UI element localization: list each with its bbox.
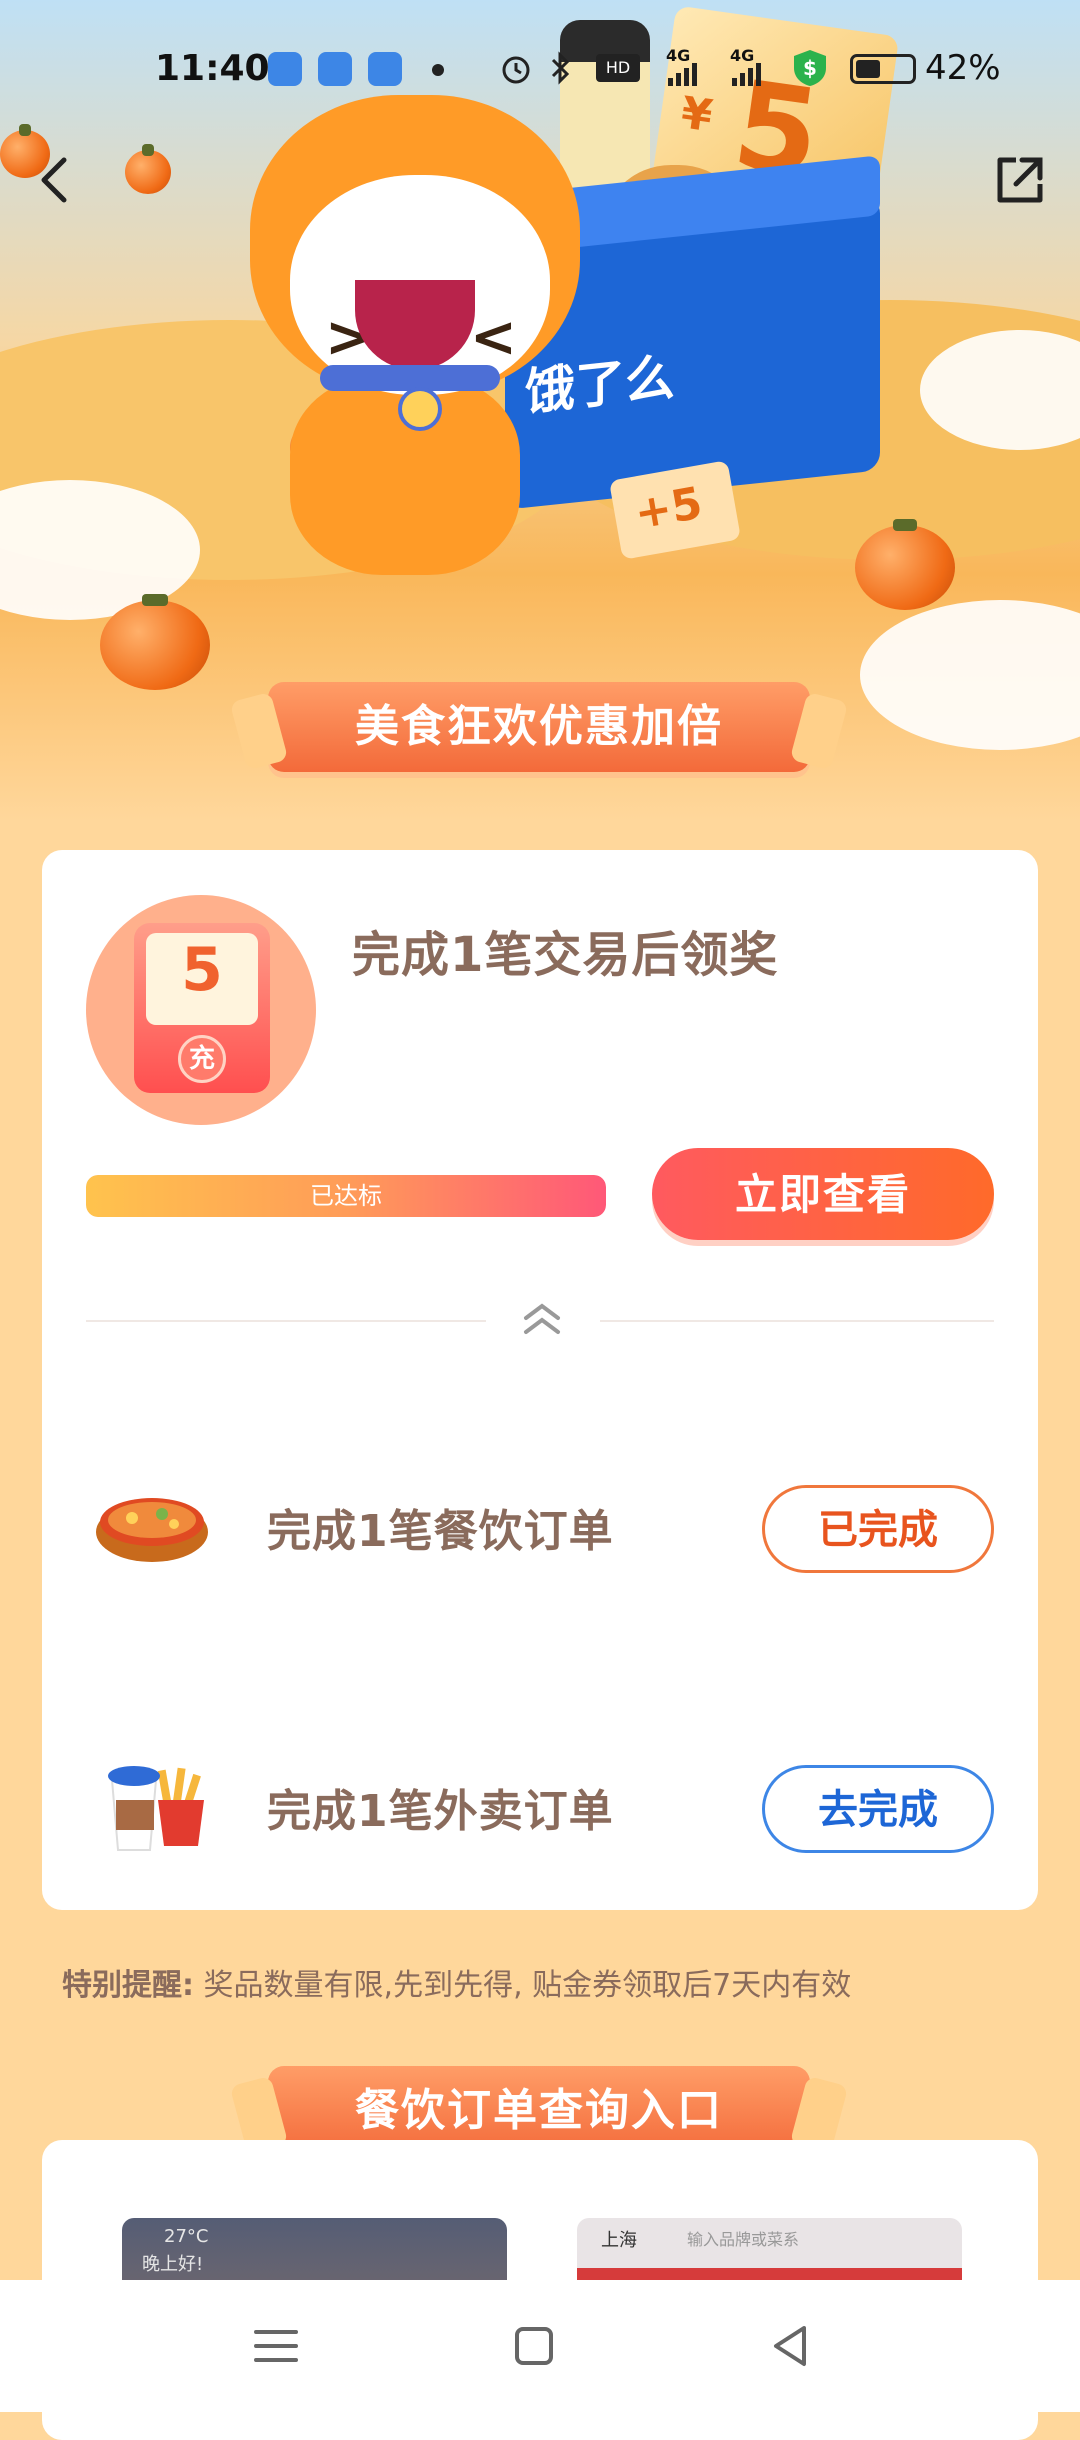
status-bar: 11:40 HD 4G 4G $ 42% xyxy=(0,0,1080,140)
progress-label: 已达标 xyxy=(310,1182,382,1210)
bluetooth-icon xyxy=(551,51,570,85)
svg-text:$: $ xyxy=(803,56,817,80)
deer-mascot: > < xyxy=(250,95,580,575)
reward-card: 5 充 完成1笔交易后领奖 已达标 立即查看 完成1笔餐饮订单 已完成 完成1笔… xyxy=(42,850,1038,1910)
red-packet-seal: 充 xyxy=(178,1035,226,1083)
mascot-collar xyxy=(320,365,500,391)
divider xyxy=(600,1320,994,1322)
dot-icon xyxy=(432,64,444,76)
back-triangle-icon[interactable] xyxy=(762,2320,822,2372)
hotpot-icon xyxy=(96,1498,208,1562)
weather-icon xyxy=(268,52,302,86)
system-nav-bar xyxy=(0,2280,1080,2412)
shield-icon: $ xyxy=(794,50,826,86)
persimmon-decoration xyxy=(100,594,210,690)
signal-icon xyxy=(668,63,697,86)
reward-title: 完成1笔交易后领奖 xyxy=(352,927,779,983)
hd-icon: HD xyxy=(596,54,640,82)
red-packet: 5 充 xyxy=(134,923,270,1093)
back-icon[interactable] xyxy=(26,150,86,210)
preview-greeting: 晚上好! xyxy=(142,2254,204,2275)
reminder-prefix: 特别提醒: xyxy=(62,1968,194,2003)
persimmon-decoration xyxy=(125,144,171,194)
task-row-dining: 完成1笔餐饮订单 已完成 xyxy=(42,1450,1038,1610)
task-label: 完成1笔外卖订单 xyxy=(267,1786,614,1837)
coffee-fries-icon xyxy=(108,1766,204,1851)
progress-bar: 已达标 xyxy=(86,1175,606,1217)
collapse-up-icon[interactable] xyxy=(512,1298,572,1342)
view-now-button[interactable]: 立即查看 xyxy=(652,1148,994,1240)
red-packet-icon: 5 充 xyxy=(86,895,316,1125)
battery-percent: 42% xyxy=(925,48,1001,88)
task-label: 完成1笔餐饮订单 xyxy=(267,1506,614,1557)
preview-city: 上海 xyxy=(601,2230,637,2251)
cloud xyxy=(860,600,1080,750)
task-completed-button[interactable]: 已完成 xyxy=(762,1485,994,1573)
signal-icon xyxy=(732,63,761,86)
mascot-eye: < xyxy=(470,305,517,370)
home-square-icon[interactable] xyxy=(504,2320,564,2372)
section-ribbon-title: 美食狂欢优惠加倍 xyxy=(268,682,810,772)
menu-icon[interactable] xyxy=(246,2320,306,2372)
special-reminder: 特别提醒: 奖品数量有限,先到先得, 贴金券领取后7天内有效 xyxy=(62,1960,851,2004)
task-row-delivery: 完成1笔外卖订单 去完成 xyxy=(42,1730,1038,1890)
app-notification-icon xyxy=(318,52,352,86)
mascot-tag xyxy=(398,387,442,431)
status-time: 11:40 xyxy=(155,48,270,89)
battery-icon xyxy=(850,54,916,84)
task-go-complete-button[interactable]: 去完成 xyxy=(762,1765,994,1853)
share-icon[interactable] xyxy=(990,150,1050,210)
app-notification-icon xyxy=(368,52,402,86)
preview-temperature: 27°C xyxy=(164,2226,209,2247)
persimmon-decoration xyxy=(855,519,955,610)
divider xyxy=(86,1320,486,1322)
alarm-icon xyxy=(502,56,530,84)
reminder-text: 奖品数量有限,先到先得, 贴金券领取后7天内有效 xyxy=(203,1968,852,2003)
preview-search-placeholder: 输入品牌或菜系 xyxy=(687,2230,800,2249)
small-coupon-text: +5 xyxy=(630,477,707,540)
red-packet-amount: 5 xyxy=(181,935,223,1005)
